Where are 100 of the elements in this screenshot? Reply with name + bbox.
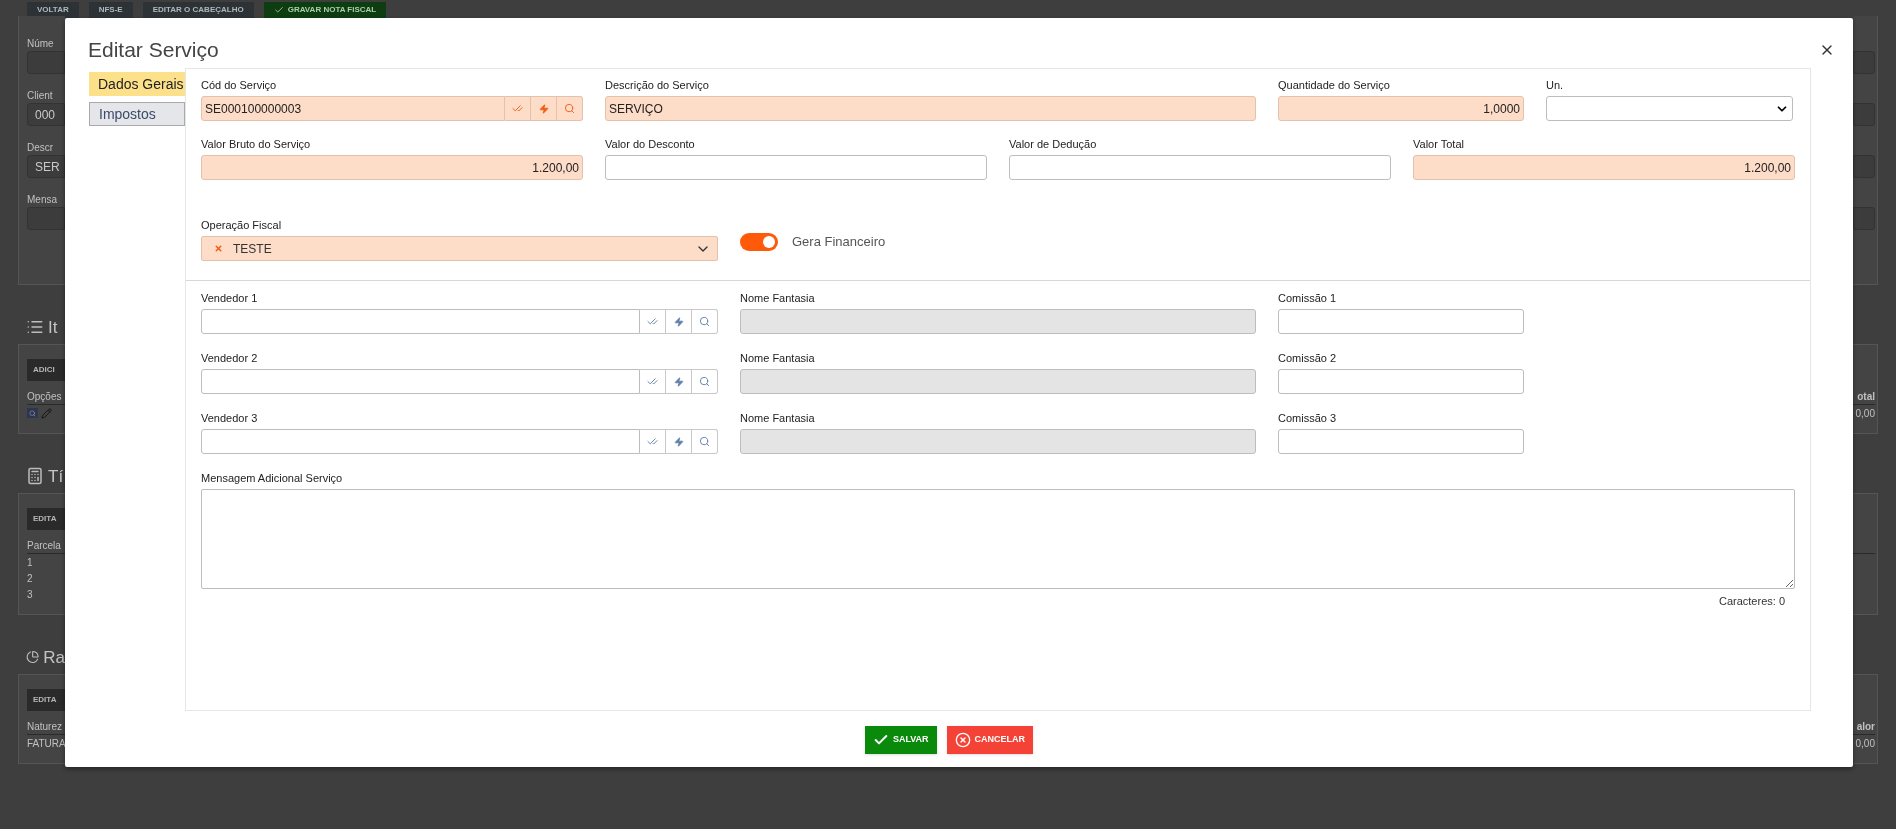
input-field[interactable]: 1.200,00 bbox=[1413, 155, 1795, 180]
search-button[interactable] bbox=[692, 369, 718, 394]
field-label: Quantidade do Serviço bbox=[1278, 78, 1391, 92]
column-header: alor bbox=[1856, 720, 1875, 734]
input-field[interactable] bbox=[201, 309, 640, 334]
remove-icon[interactable] bbox=[214, 244, 223, 253]
lightning-icon bbox=[538, 103, 549, 114]
field-label: Comissão 3 bbox=[1278, 411, 1338, 425]
column-header: otal bbox=[1857, 390, 1875, 404]
lightning-icon bbox=[673, 436, 684, 447]
input-field[interactable] bbox=[605, 155, 987, 180]
table-cell-text: 1 bbox=[27, 555, 33, 570]
dialog-title: Editar Serviço bbox=[88, 37, 219, 64]
field-label: Mensa bbox=[27, 194, 57, 205]
quick-add-button[interactable] bbox=[666, 429, 692, 454]
validate-button[interactable] bbox=[640, 309, 666, 334]
input-field[interactable] bbox=[1853, 103, 1875, 126]
toggle-switch[interactable] bbox=[740, 232, 778, 251]
lightning-icon bbox=[673, 316, 684, 327]
check-icon bbox=[273, 5, 284, 15]
save-button[interactable]: SALVAR bbox=[864, 726, 937, 754]
double-check-icon bbox=[647, 376, 658, 387]
field-label: Mensagem Adicional Serviço bbox=[201, 471, 344, 485]
toolbar-button[interactable]: GRAVAR NOTA FISCAL bbox=[263, 2, 387, 18]
search-button[interactable] bbox=[557, 96, 583, 121]
field-label: Nome Fantasia bbox=[740, 351, 816, 365]
input-field[interactable] bbox=[201, 429, 640, 454]
input-field[interactable]: 1.200,00 bbox=[201, 155, 583, 180]
field-label: Valor Bruto do Serviço bbox=[201, 137, 312, 151]
field-label: Valor do Desconto bbox=[605, 137, 696, 151]
input-field[interactable] bbox=[1278, 309, 1524, 334]
search-icon bbox=[699, 376, 710, 387]
side-tab[interactable]: Impostos bbox=[89, 102, 185, 126]
quick-add-button[interactable] bbox=[531, 96, 557, 121]
cancel-button[interactable]: CANCELAR bbox=[946, 726, 1034, 754]
field-label: Valor Total bbox=[1413, 137, 1465, 151]
input-field[interactable] bbox=[1009, 155, 1391, 180]
field-label: Descrição do Serviço bbox=[605, 78, 710, 92]
field-label: Vendedor 3 bbox=[201, 411, 259, 425]
search-button[interactable] bbox=[692, 429, 718, 454]
table-cell-text: 0,00 bbox=[1855, 736, 1875, 751]
input-field[interactable]: SE000100000003 bbox=[201, 96, 505, 121]
field-label: Núme bbox=[27, 38, 54, 49]
column-header: Opções bbox=[27, 390, 62, 404]
section-title: Ra bbox=[43, 648, 65, 666]
table-cell-text: 3 bbox=[27, 587, 33, 602]
column-header: Parcela bbox=[27, 539, 61, 553]
toolbar-button[interactable]: VOLTAR bbox=[27, 2, 79, 18]
double-check-icon bbox=[647, 316, 658, 327]
quick-add-button[interactable] bbox=[666, 369, 692, 394]
double-check-icon bbox=[647, 436, 658, 447]
field-label: Operação Fiscal bbox=[201, 218, 283, 232]
field-label: Vendedor 2 bbox=[201, 351, 259, 365]
toolbar-button[interactable]: NFS-E bbox=[88, 2, 133, 18]
search-icon bbox=[699, 316, 710, 327]
search-button[interactable] bbox=[27, 408, 38, 418]
input-field[interactable]: 000 bbox=[27, 103, 65, 126]
field-label: Nome Fantasia bbox=[740, 291, 816, 305]
field-label: Descr bbox=[27, 142, 54, 153]
table-cell-text: 2 bbox=[27, 571, 33, 586]
field-label: Cód do Serviço bbox=[201, 78, 278, 92]
section-title: Tí bbox=[48, 467, 64, 485]
input-field[interactable] bbox=[201, 369, 640, 394]
field-label: Nome Fantasia bbox=[740, 411, 816, 425]
input-field[interactable] bbox=[1853, 51, 1875, 74]
section-title: It bbox=[48, 318, 58, 336]
table-cell-text: 0,00 bbox=[1855, 406, 1875, 421]
select-field[interactable]: TESTE bbox=[201, 236, 718, 261]
close-circle-icon bbox=[954, 732, 971, 748]
search-icon bbox=[699, 436, 710, 447]
side-tab[interactable]: Dados Gerais bbox=[89, 72, 185, 96]
input-field[interactable] bbox=[27, 51, 65, 74]
toolbar-button[interactable]: EDITAR O CABEÇALHO bbox=[142, 2, 254, 18]
pencil-icon[interactable] bbox=[41, 407, 52, 419]
search-icon bbox=[564, 103, 575, 114]
field-label: Valor de Dedução bbox=[1009, 137, 1098, 151]
message-textarea[interactable] bbox=[201, 489, 1795, 589]
list-icon bbox=[26, 318, 44, 336]
field-label: Vendedor 1 bbox=[201, 291, 259, 305]
column-header: Naturez bbox=[27, 720, 62, 734]
field-label: Comissão 1 bbox=[1278, 291, 1338, 305]
input-field[interactable] bbox=[1278, 369, 1524, 394]
validate-button[interactable] bbox=[640, 429, 666, 454]
validate-button[interactable] bbox=[640, 369, 666, 394]
double-check-icon bbox=[512, 103, 523, 114]
toggle-label: Gera Financeiro bbox=[792, 232, 886, 251]
input-field[interactable] bbox=[27, 207, 65, 230]
table-cell-text: FATURA bbox=[27, 736, 66, 751]
input-field[interactable]: 1,0000 bbox=[1278, 96, 1524, 121]
select-field[interactable] bbox=[1546, 96, 1793, 121]
input-field[interactable]: SER bbox=[27, 155, 65, 178]
input-field[interactable] bbox=[1278, 429, 1524, 454]
character-counter: Caracteres: 0 bbox=[1718, 594, 1786, 609]
input-field[interactable] bbox=[1853, 155, 1875, 178]
validate-button[interactable] bbox=[505, 96, 531, 121]
search-button[interactable] bbox=[692, 309, 718, 334]
input-field[interactable] bbox=[1853, 207, 1875, 230]
quick-add-button[interactable] bbox=[666, 309, 692, 334]
input-field[interactable]: SERVIÇO bbox=[605, 96, 1256, 121]
pie-chart-icon bbox=[26, 648, 40, 666]
